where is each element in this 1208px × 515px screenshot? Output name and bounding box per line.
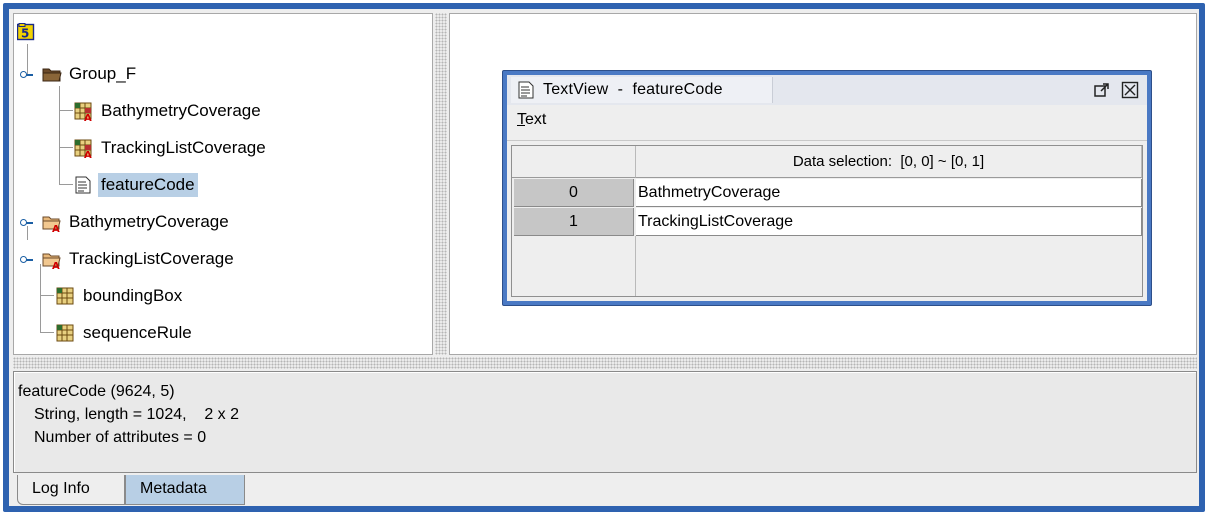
column-header[interactable]: Data selection: [0, 0] ~ [0, 1] <box>636 146 1142 178</box>
table-cell[interactable]: BathmetryCoverage <box>636 179 1142 207</box>
textview-body: Text Data selection: [0, 0] ~ [0, 1] 0 B… <box>507 105 1147 301</box>
textview-title-tab[interactable]: TextView - featureCode <box>511 77 773 103</box>
text-dataset-icon <box>517 81 535 99</box>
app-content: 5 Group_F A BathymetryCoverage A Trackin… <box>9 9 1199 506</box>
content-panel: TextView - featureCode Text Data selecti… <box>449 13 1197 355</box>
folder-attr-icon: A <box>42 250 61 272</box>
tree-connector <box>40 332 54 333</box>
tree-connector <box>59 110 73 111</box>
table-attr-icon: A <box>74 139 92 161</box>
row-header[interactable]: 0 <box>514 179 634 207</box>
folder-attr-icon: A <box>42 213 61 235</box>
expand-toggle-icon[interactable] <box>20 217 33 229</box>
metadata-info-panel: featureCode (9624, 5) String, length = 1… <box>13 371 1197 473</box>
close-icon[interactable] <box>1121 81 1139 99</box>
svg-text:A: A <box>84 113 92 122</box>
info-line-attributes: Number of attributes = 0 <box>34 429 207 446</box>
table-icon <box>56 287 74 305</box>
table-corner-header <box>512 146 636 178</box>
tree-node-trackinglistcoverage-dataset[interactable]: A TrackingListCoverage <box>74 134 269 162</box>
expand-toggle-icon[interactable] <box>20 254 33 266</box>
tree-node-bathymetrycoverage-group[interactable]: A BathymetryCoverage <box>42 208 232 236</box>
tree-connector <box>40 264 41 332</box>
table-attr-icon: A <box>74 102 92 124</box>
tree-node-trackinglistcoverage-group[interactable]: A TrackingListCoverage <box>42 245 237 273</box>
tree-connector <box>59 184 73 185</box>
vertical-splitter[interactable] <box>13 357 1197 369</box>
tab-log-info[interactable]: Log Info <box>17 475 125 505</box>
app-window-frame: 5 Group_F A BathymetryCoverage A Trackin… <box>3 3 1205 512</box>
svg-text:A: A <box>84 150 92 159</box>
textview-window[interactable]: TextView - featureCode Text Data selecti… <box>502 70 1152 306</box>
tree-node-boundingbox[interactable]: boundingBox <box>56 282 185 310</box>
textview-menubar: Text <box>507 105 1147 141</box>
text-dataset-icon <box>74 176 92 194</box>
tree-node-bathymetrycoverage-dataset[interactable]: A BathymetryCoverage <box>74 97 264 125</box>
horizontal-splitter[interactable] <box>435 13 447 355</box>
hdf5-file-icon[interactable]: 5 <box>16 23 35 41</box>
row-header[interactable]: 1 <box>514 208 634 236</box>
tree-connector <box>59 147 73 148</box>
tree-connector <box>40 295 54 296</box>
svg-text:A: A <box>52 224 60 233</box>
textview-title: TextView - featureCode <box>543 81 723 98</box>
tab-metadata[interactable]: Metadata <box>125 475 245 505</box>
svg-text:5: 5 <box>21 27 29 41</box>
info-line-name: featureCode (9624, 5) <box>18 383 175 400</box>
textview-titlebar[interactable]: TextView - featureCode <box>507 75 1147 105</box>
data-table[interactable]: Data selection: [0, 0] ~ [0, 1] 0 Bathme… <box>511 145 1143 297</box>
tree-panel[interactable]: 5 Group_F A BathymetryCoverage A Trackin… <box>13 13 433 355</box>
table-icon <box>56 324 74 342</box>
info-line-type: String, length = 1024, 2 x 2 <box>34 406 240 423</box>
tree-node-featurecode[interactable]: featureCode <box>74 171 198 199</box>
expand-toggle-icon[interactable] <box>20 69 33 81</box>
menu-text[interactable]: Text <box>517 111 546 128</box>
svg-text:A: A <box>52 261 60 270</box>
bottom-tabbar: Log Info Metadata <box>13 475 1197 505</box>
table-cell[interactable]: TrackingListCoverage <box>636 208 1142 236</box>
tree-connector <box>59 86 60 184</box>
folder-open-icon <box>42 65 62 83</box>
tree-node-group-f[interactable]: Group_F <box>42 60 139 88</box>
tree-node-sequencerule[interactable]: sequenceRule <box>56 319 195 347</box>
column-divider <box>635 236 636 296</box>
maximize-icon[interactable] <box>1093 81 1111 99</box>
